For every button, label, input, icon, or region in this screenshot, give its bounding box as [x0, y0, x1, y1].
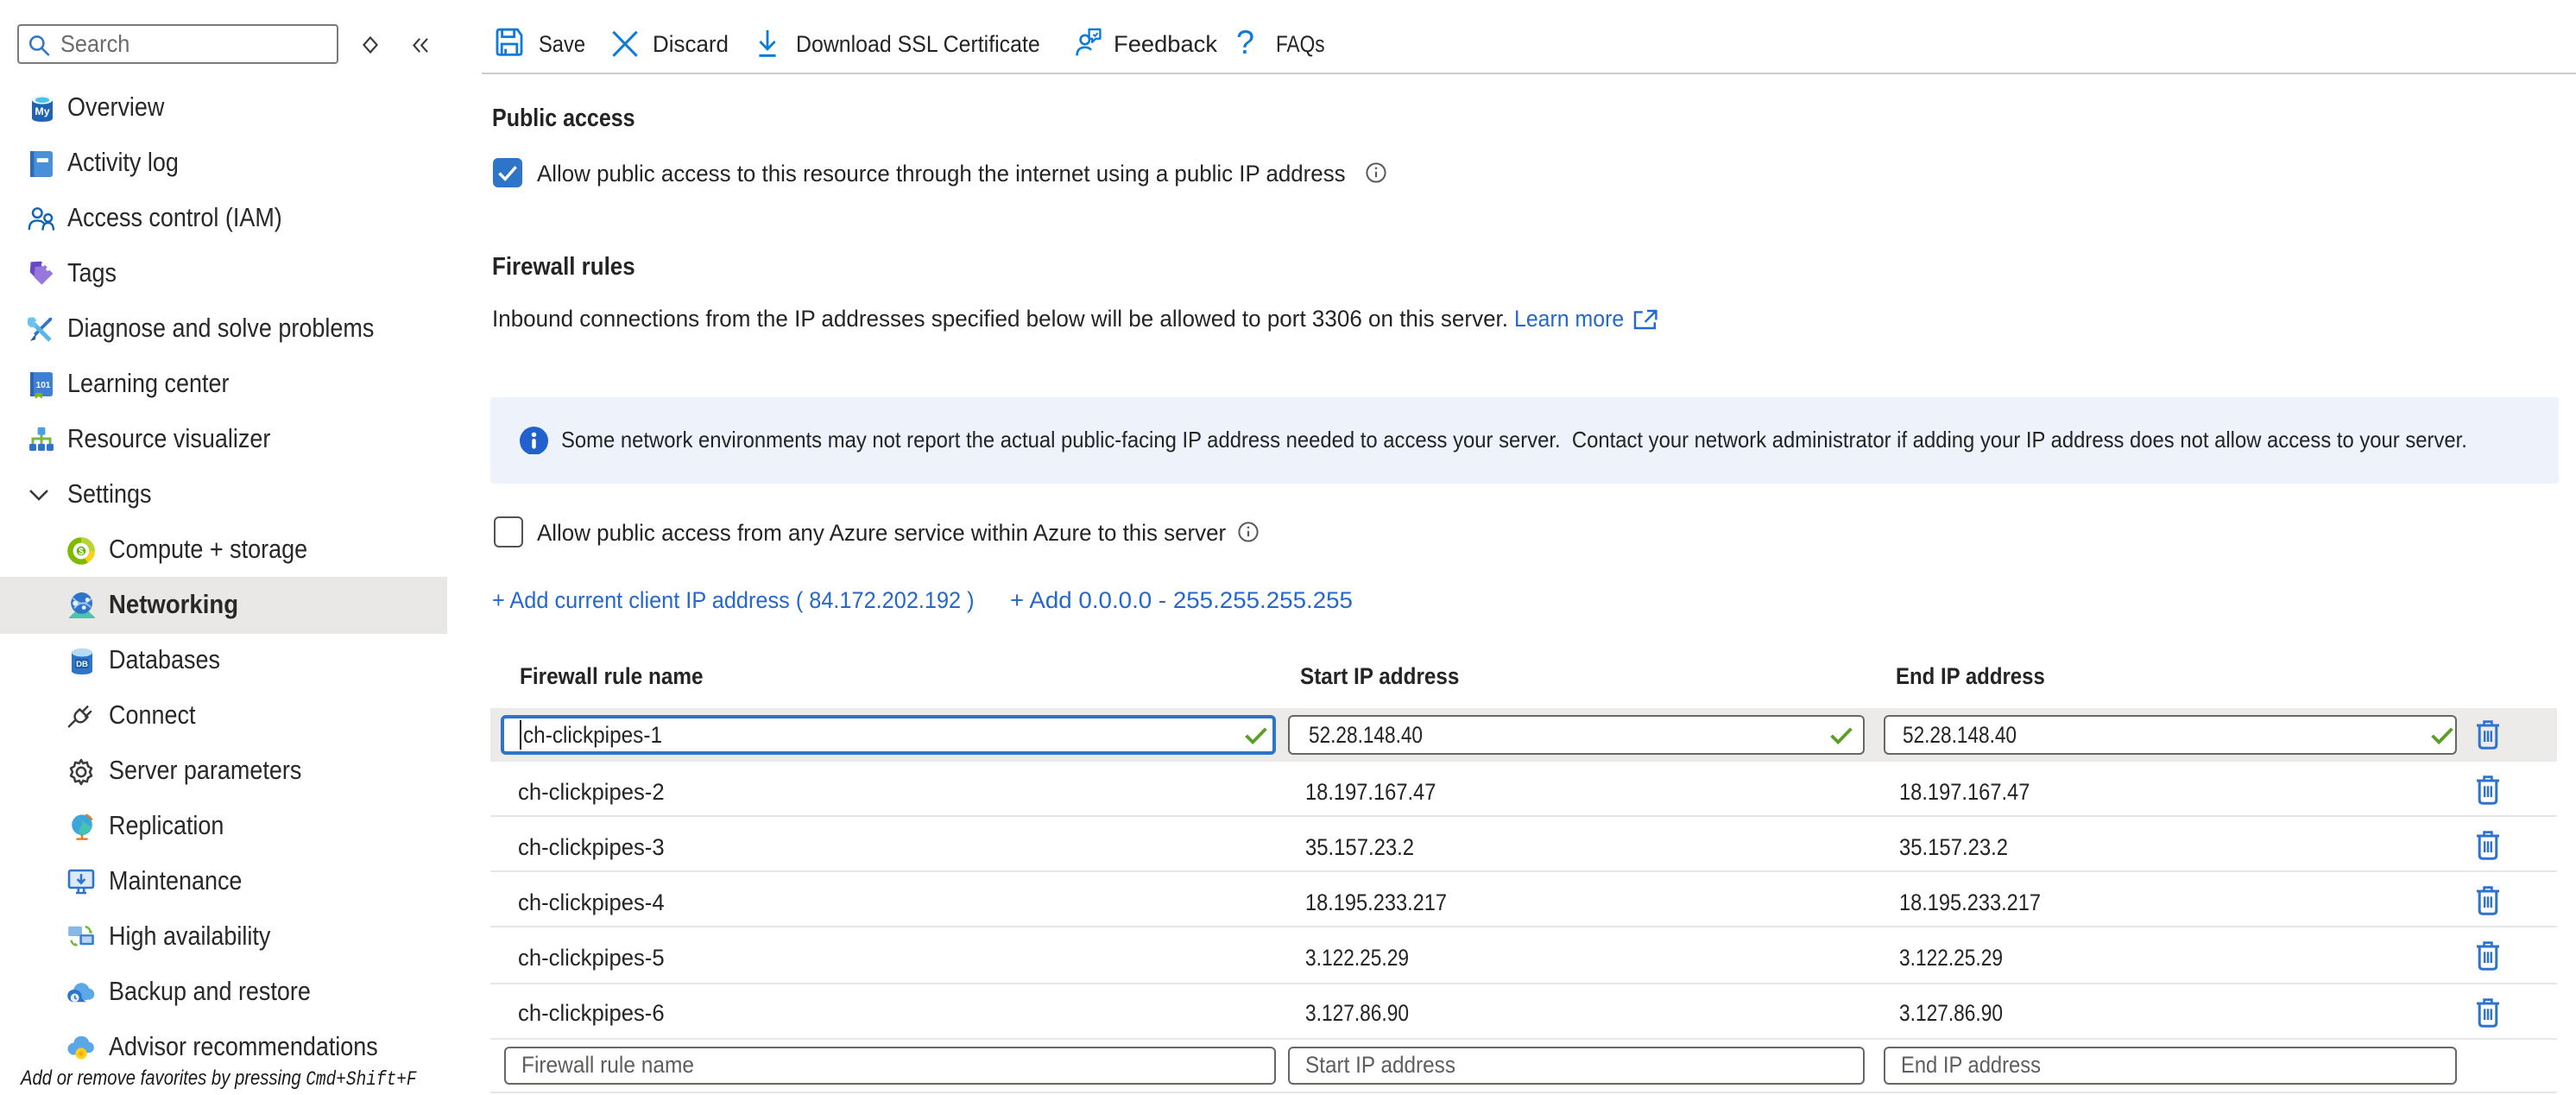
svg-text:My: My	[34, 104, 48, 117]
svg-text:$: $	[79, 546, 84, 556]
svg-text:101: 101	[36, 380, 51, 389]
svg-text:DB: DB	[75, 659, 87, 668]
